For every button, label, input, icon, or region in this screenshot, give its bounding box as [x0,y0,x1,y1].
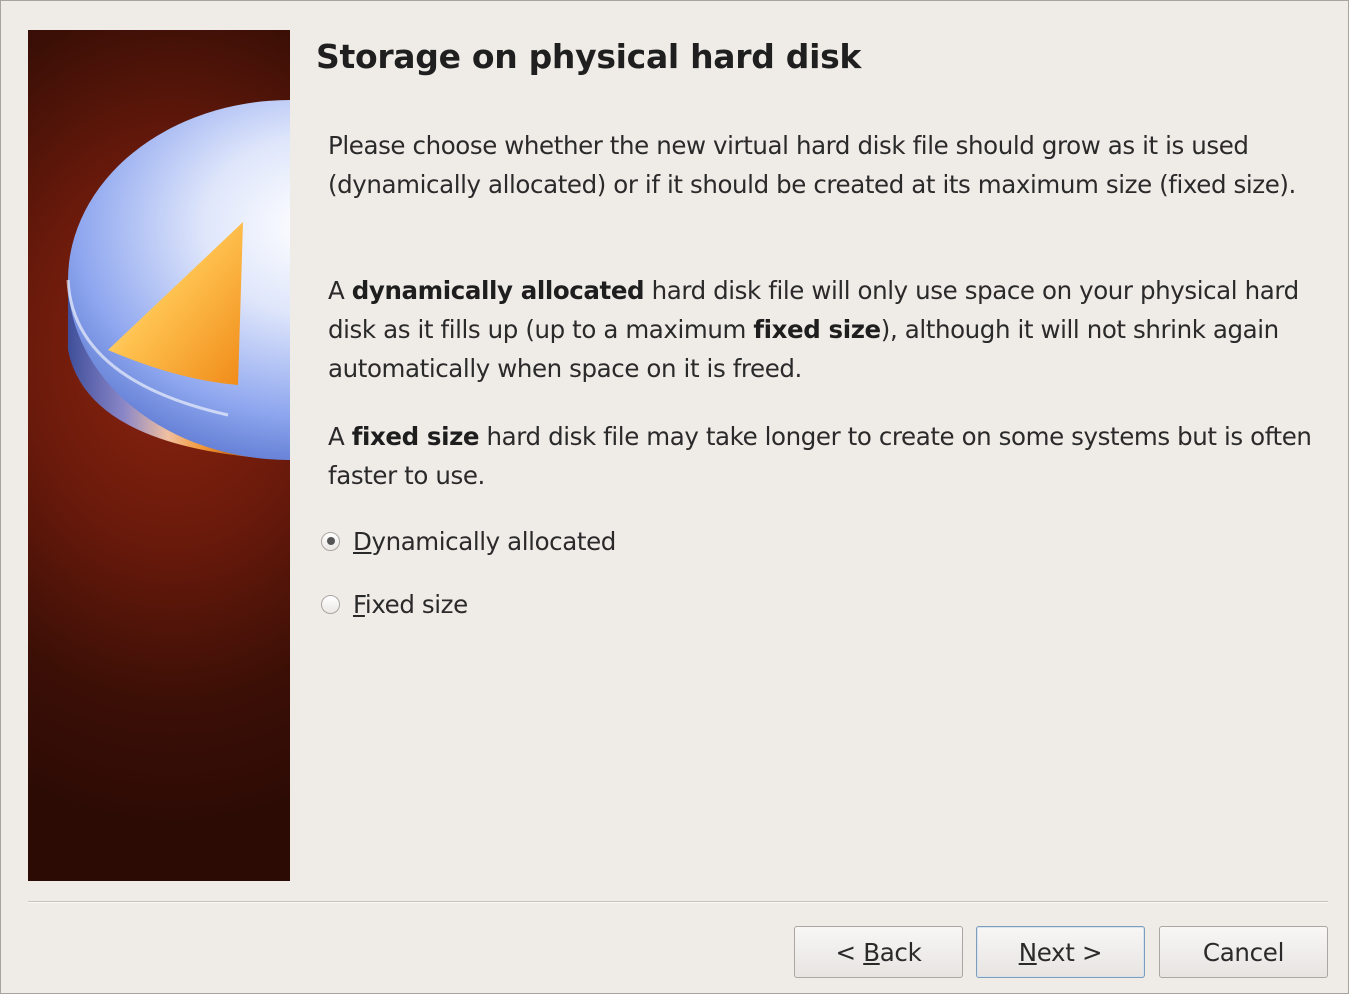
hard-disk-pie-chart-icon [66,100,290,460]
radio-dynamically-allocated[interactable]: Dynamically allocated [321,523,616,559]
radio-button-unchecked[interactable] [321,594,340,614]
button-separator [28,901,1328,903]
next-button[interactable]: Next > [976,926,1145,978]
button-text: ack [879,937,922,967]
text-segment: A [328,422,352,451]
radio-label-fixed-size[interactable]: Fixed size [353,590,468,619]
emphasis-fixed-size: fixed size [753,315,881,344]
wizard-banner-image [28,30,290,881]
fixed-explanation-paragraph: A fixed size hard disk file may take lon… [328,417,1328,495]
button-text: ext > [1036,937,1103,967]
radio-button-checked[interactable] [321,531,340,551]
page-title: Storage on physical hard disk [316,37,862,76]
wizard-dialog: Storage on physical hard disk Please cho… [0,0,1349,994]
dynamic-explanation-paragraph: A dynamically allocated hard disk file w… [328,271,1328,388]
label-text: ixed size [364,589,468,619]
mnemonic-letter: F [353,589,365,619]
emphasis-fixed-size: fixed size [351,422,480,451]
label-text: ynamically allocated [371,526,616,556]
back-button[interactable]: < Back [794,926,963,978]
text-segment: A [328,276,352,305]
cancel-button[interactable]: Cancel [1159,926,1328,978]
mnemonic-letter: N [1018,937,1037,967]
mnemonic-letter: B [863,937,880,967]
mnemonic-letter: D [353,526,372,556]
radio-fixed-size[interactable]: Fixed size [321,586,468,622]
button-text: < [835,937,864,967]
emphasis-dynamically-allocated: dynamically allocated [351,276,645,305]
radio-label-dynamically-allocated[interactable]: Dynamically allocated [353,527,616,556]
description-paragraph: Please choose whether the new virtual ha… [328,131,1296,199]
